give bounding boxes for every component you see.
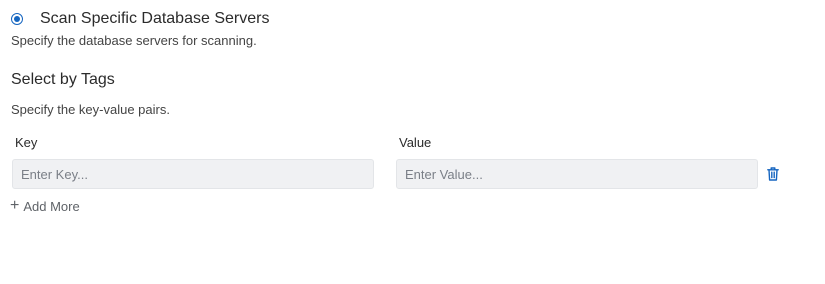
add-more-label: Add More <box>23 198 80 214</box>
scan-settings-panel: Scan Specific Database Servers Specify t… <box>0 0 825 284</box>
select-by-tags-title: Select by Tags <box>11 71 115 88</box>
add-more-button[interactable]: + Add More <box>10 198 80 214</box>
radio-selected-dot <box>14 16 20 22</box>
select-by-tags-description: Specify the key-value pairs. <box>11 102 170 117</box>
value-column-label: Value <box>399 135 432 150</box>
key-column-label: Key <box>15 135 38 150</box>
radio-button[interactable] <box>11 13 23 25</box>
tag-key-input[interactable] <box>12 159 374 189</box>
delete-tag-button[interactable] <box>765 166 781 182</box>
scan-specific-servers-option[interactable]: Scan Specific Database Servers <box>11 9 269 29</box>
plus-icon: + <box>10 197 20 214</box>
trash-icon <box>767 167 779 181</box>
scan-option-description: Specify the database servers for scannin… <box>11 33 257 48</box>
tag-value-input[interactable] <box>396 159 758 189</box>
radio-label: Scan Specific Database Servers <box>40 10 270 27</box>
